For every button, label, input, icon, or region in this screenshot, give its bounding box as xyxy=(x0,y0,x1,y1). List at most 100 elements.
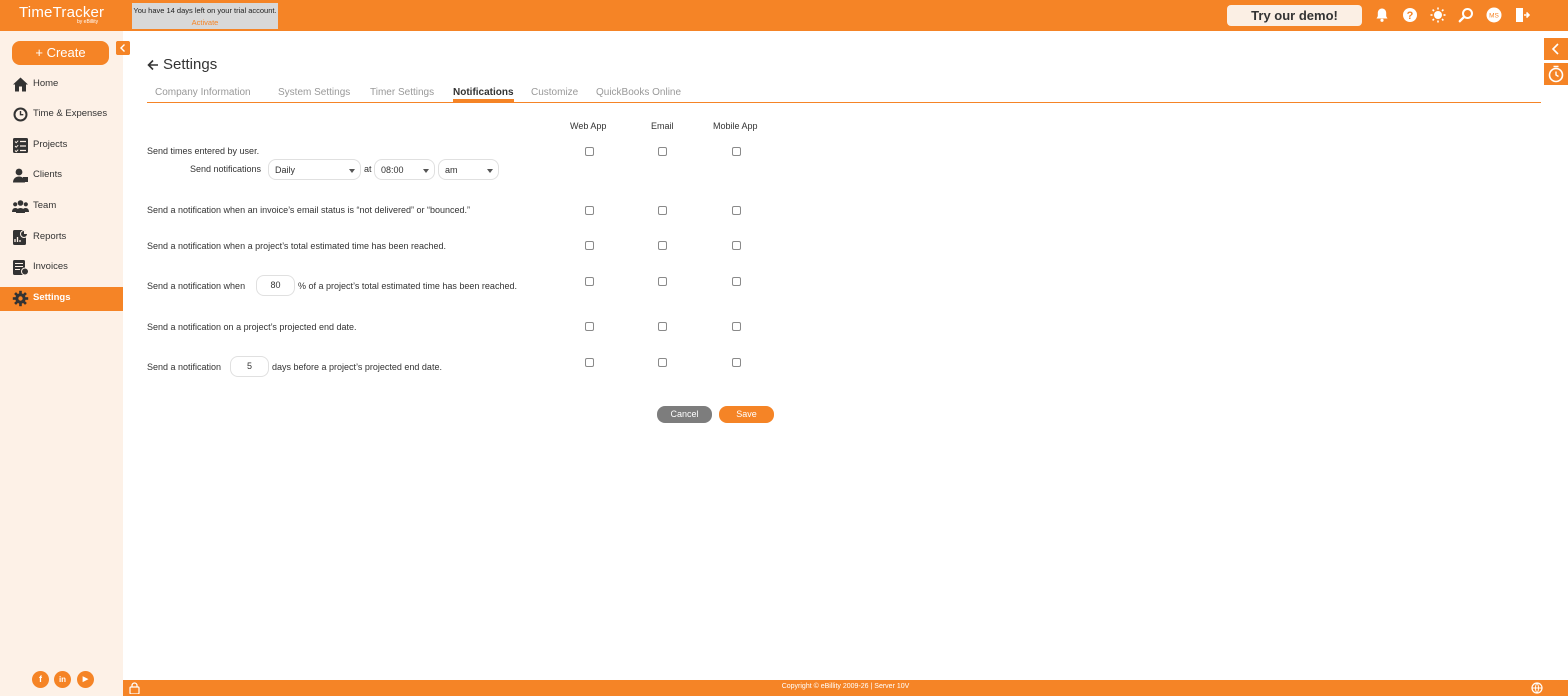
column-header-web-app: Web App xyxy=(570,121,607,131)
ampm-value: am xyxy=(445,165,458,175)
column-header-email: Email xyxy=(651,121,674,131)
days-input[interactable]: 5 xyxy=(230,356,269,377)
collapse-sidebar-icon[interactable] xyxy=(116,41,130,55)
facebook-icon[interactable]: f xyxy=(32,671,49,688)
home-icon xyxy=(13,77,28,92)
end-date-label: Send a notification on a project’s proje… xyxy=(147,322,357,332)
globe-icon[interactable] xyxy=(1531,682,1543,694)
at-label: at xyxy=(364,164,372,174)
percent-web-checkbox[interactable] xyxy=(585,277,594,286)
end-date-web-checkbox[interactable] xyxy=(585,322,594,331)
ampm-select[interactable]: am xyxy=(438,159,499,180)
sidebar-item-settings[interactable]: Settings xyxy=(0,287,123,311)
expand-panel-icon[interactable] xyxy=(1544,38,1568,60)
help-icon[interactable]: ? xyxy=(1402,7,1418,23)
youtube-icon[interactable]: ▶ xyxy=(77,671,94,688)
avatar[interactable]: MS xyxy=(1486,7,1502,23)
sidebar-item-label: Settings xyxy=(33,292,71,303)
sidebar-item-time-expenses[interactable]: Time & Expenses xyxy=(0,103,123,127)
sidebar-item-reports[interactable]: Reports xyxy=(0,226,123,250)
logo-subtitle: by eBillity xyxy=(77,19,99,25)
logout-icon[interactable] xyxy=(1514,7,1530,23)
search-icon[interactable] xyxy=(1458,7,1474,23)
invoice-status-mobile-checkbox[interactable] xyxy=(732,206,741,215)
create-button[interactable]: + Create xyxy=(12,41,109,65)
sidebar-item-label: Team xyxy=(33,200,57,211)
invoice-icon xyxy=(13,260,29,276)
sidebar-item-label: Invoices xyxy=(33,261,68,272)
timer-icon[interactable] xyxy=(1544,63,1568,85)
avatar-initials: MS xyxy=(1489,13,1499,20)
bell-icon[interactable] xyxy=(1374,7,1390,23)
tab-company-information[interactable]: Company Information xyxy=(155,87,251,98)
percent-mobile-checkbox[interactable] xyxy=(732,277,741,286)
gear-icon xyxy=(12,290,29,307)
checklist-icon xyxy=(13,138,28,153)
days-prefix-label: Send a notification xyxy=(147,362,222,372)
total-reached-web-checkbox[interactable] xyxy=(585,241,594,250)
percent-suffix-label: % of a project’s total estimated time ha… xyxy=(298,281,517,291)
frequency-value: Daily xyxy=(275,165,296,175)
percent-email-checkbox[interactable] xyxy=(658,277,667,286)
tab-notifications[interactable]: Notifications xyxy=(453,87,514,102)
chevron-down-icon xyxy=(349,169,355,173)
send-times-mobile-checkbox[interactable] xyxy=(732,147,741,156)
end-date-mobile-checkbox[interactable] xyxy=(732,322,741,331)
days-email-checkbox[interactable] xyxy=(658,358,667,367)
sidebar-item-home[interactable]: Home xyxy=(0,73,123,97)
tab-customize[interactable]: Customize xyxy=(531,87,578,98)
percent-prefix-label: Send a notification when xyxy=(147,281,246,291)
total-reached-email-checkbox[interactable] xyxy=(658,241,667,250)
sidebar-item-label: Home xyxy=(33,78,59,89)
cancel-button[interactable]: Cancel xyxy=(657,406,712,423)
logo[interactable]: TimeTracker by eBillity xyxy=(19,4,104,25)
sidebar-item-label: Time & Expenses xyxy=(33,108,108,119)
save-button[interactable]: Save xyxy=(719,406,774,423)
send-times-web-checkbox[interactable] xyxy=(585,147,594,156)
tab-timer-settings[interactable]: Timer Settings xyxy=(370,87,434,98)
tab-quickbooks-online[interactable]: QuickBooks Online xyxy=(596,87,681,98)
tab-system-settings[interactable]: System Settings xyxy=(278,87,350,98)
sidebar-item-team[interactable]: Team xyxy=(0,195,123,219)
send-times-email-checkbox[interactable] xyxy=(658,147,667,156)
back-arrow-icon[interactable] xyxy=(147,59,159,71)
trial-banner: You have 14 days left on your trial acco… xyxy=(132,3,278,29)
chevron-down-icon xyxy=(487,169,493,173)
chevron-down-icon xyxy=(423,169,429,173)
time-value: 08:00 xyxy=(381,165,404,175)
invoice-status-web-checkbox[interactable] xyxy=(585,206,594,215)
frequency-select[interactable]: Daily xyxy=(268,159,361,180)
sidebar-item-label: Clients xyxy=(33,169,63,180)
copyright-text: Copyright © eBillity 2009-26 | Server 10… xyxy=(781,683,910,690)
top-bar: TimeTracker by eBillity You have 14 days… xyxy=(0,0,1568,31)
linkedin-icon[interactable]: in xyxy=(54,671,71,688)
send-notifications-label: Send notifications xyxy=(190,164,262,174)
time-select[interactable]: 08:00 xyxy=(374,159,435,180)
end-date-email-checkbox[interactable] xyxy=(658,322,667,331)
sidebar-item-label: Projects xyxy=(33,139,68,150)
invoice-status-label: Send a notification when an invoice’s em… xyxy=(147,205,471,215)
days-mobile-checkbox[interactable] xyxy=(732,358,741,367)
footer: Copyright © eBillity 2009-26 | Server 10… xyxy=(123,680,1568,696)
activate-link[interactable]: Activate xyxy=(132,18,278,27)
try-demo-button[interactable]: Try our demo! xyxy=(1227,5,1362,26)
svg-text:?: ? xyxy=(1407,10,1414,22)
total-reached-mobile-checkbox[interactable] xyxy=(732,241,741,250)
report-icon xyxy=(13,230,28,245)
sidebar: + Create Home Time & Expenses Projects C… xyxy=(0,31,130,696)
page-title: Settings xyxy=(163,56,218,73)
days-web-checkbox[interactable] xyxy=(585,358,594,367)
sun-icon[interactable] xyxy=(1430,7,1446,23)
days-suffix-label: days before a project’s projected end da… xyxy=(272,362,442,372)
trial-text: You have 14 days left on your trial acco… xyxy=(133,6,277,15)
total-reached-label: Send a notification when a project’s tot… xyxy=(147,241,447,251)
client-icon xyxy=(13,168,28,183)
sidebar-item-label: Reports xyxy=(33,231,67,242)
invoice-status-email-checkbox[interactable] xyxy=(658,206,667,215)
sidebar-item-projects[interactable]: Projects xyxy=(0,134,123,158)
sidebar-item-invoices[interactable]: Invoices xyxy=(0,256,123,280)
percent-input[interactable]: 80 xyxy=(256,275,295,296)
sidebar-item-clients[interactable]: Clients xyxy=(0,164,123,188)
team-icon xyxy=(12,200,29,213)
clock-icon xyxy=(13,107,28,122)
